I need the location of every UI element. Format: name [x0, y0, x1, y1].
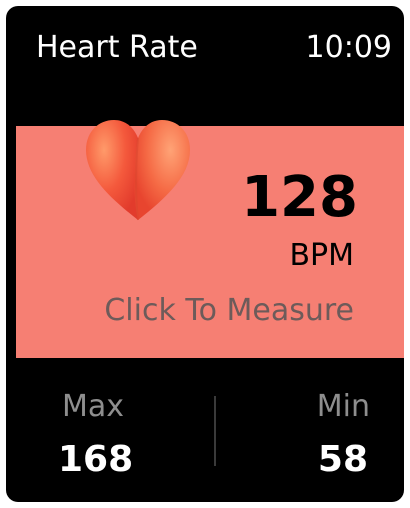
min-label: Min: [316, 389, 370, 424]
heart-icon: [86, 120, 190, 221]
stats-section: Max 168 Min 58: [6, 358, 404, 502]
measure-button[interactable]: 128 BPM Click To Measure: [16, 120, 404, 358]
watch-screen: Heart Rate 10:09 128 BPM Click To Measur…: [6, 6, 404, 502]
header: Heart Rate 10:09: [6, 6, 404, 126]
min-value: 58: [317, 439, 368, 480]
bpm-value: 128: [241, 165, 358, 230]
page-title: Heart Rate: [36, 30, 198, 65]
clock-time: 10:09: [305, 30, 392, 65]
bpm-unit: BPM: [289, 238, 354, 273]
max-value: 168: [58, 439, 134, 480]
stats-divider: [214, 396, 216, 466]
max-label: Max: [62, 389, 125, 424]
measure-label: Click To Measure: [104, 293, 354, 328]
